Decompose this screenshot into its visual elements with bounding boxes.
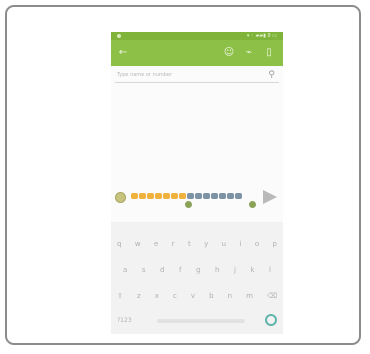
add-contact-icon[interactable]: ☺ (223, 47, 235, 59)
key[interactable]: x (155, 292, 159, 300)
key[interactable]: a (123, 266, 127, 274)
app-bar: ← ☺ ⌁ ▯ (111, 40, 283, 66)
enter-icon[interactable] (265, 314, 277, 326)
key[interactable]: u (222, 240, 226, 248)
key[interactable]: z (137, 292, 141, 300)
key[interactable]: m (246, 292, 253, 300)
key[interactable]: b (209, 292, 213, 300)
back-arrow-icon[interactable]: ← (117, 47, 129, 59)
key[interactable]: f (179, 266, 181, 274)
message-text-selection[interactable] (131, 193, 242, 201)
key[interactable]: t (188, 240, 191, 248)
keyboard-row-2: a s d f g h j k l (123, 266, 271, 274)
person-icon[interactable]: ⚲ (268, 70, 275, 80)
key[interactable]: o (255, 240, 259, 248)
key[interactable]: g (196, 266, 200, 274)
key[interactable]: k (250, 266, 254, 274)
recipient-row[interactable]: Type name or number ⚲ (111, 68, 283, 84)
screenshot-frame: ▾ ◦ ▰▰▮ 8 ▭ ← ☺ ⌁ ▯ Type name or number … (5, 5, 361, 345)
space-bar[interactable] (157, 319, 245, 323)
keyboard-bottom-row: ?123 (117, 314, 277, 328)
key[interactable]: s (142, 266, 146, 274)
notification-dot-icon (117, 34, 121, 38)
symbols-key[interactable]: ?123 (117, 317, 132, 324)
key[interactable]: j (234, 266, 236, 274)
key[interactable]: v (191, 292, 195, 300)
key[interactable]: i (239, 240, 241, 248)
key[interactable]: c (173, 292, 177, 300)
key[interactable]: p (273, 240, 277, 248)
keyboard: q w e r t y u i o p a s d f g h j k l ⇧ … (111, 222, 283, 334)
recipient-input[interactable]: Type name or number (117, 72, 172, 78)
key[interactable]: h (215, 266, 219, 274)
selection-handle-right[interactable] (249, 201, 256, 208)
key[interactable]: y (204, 240, 208, 248)
key[interactable]: r (172, 240, 175, 248)
key[interactable]: w (135, 240, 141, 248)
key[interactable]: n (228, 292, 232, 300)
status-bar: ▾ ◦ ▰▰▮ 8 ▭ (111, 32, 283, 40)
send-icon[interactable] (263, 190, 277, 204)
key[interactable]: e (154, 240, 158, 248)
selection-handle-left[interactable] (185, 201, 192, 208)
backspace-icon[interactable]: ⌫ (267, 292, 277, 300)
key[interactable]: d (160, 266, 164, 274)
shift-icon[interactable]: ⇧ (117, 292, 123, 300)
emoji-icon[interactable] (115, 192, 126, 203)
status-icons: ▾ ◦ ▰▰▮ 8 ▭ (246, 33, 277, 39)
delete-icon[interactable]: ▯ (263, 47, 275, 59)
key[interactable]: l (269, 266, 271, 274)
recipient-underline (115, 82, 279, 83)
keyboard-row-3: ⇧ z x c v b n m ⌫ (117, 292, 277, 300)
keyboard-row-1: q w e r t y u i o p (117, 240, 277, 248)
key[interactable]: q (117, 240, 121, 248)
phone-screen: ▾ ◦ ▰▰▮ 8 ▭ ← ☺ ⌁ ▯ Type name or number … (111, 32, 283, 334)
attach-icon[interactable]: ⌁ (243, 47, 255, 59)
compose-row (111, 187, 283, 209)
